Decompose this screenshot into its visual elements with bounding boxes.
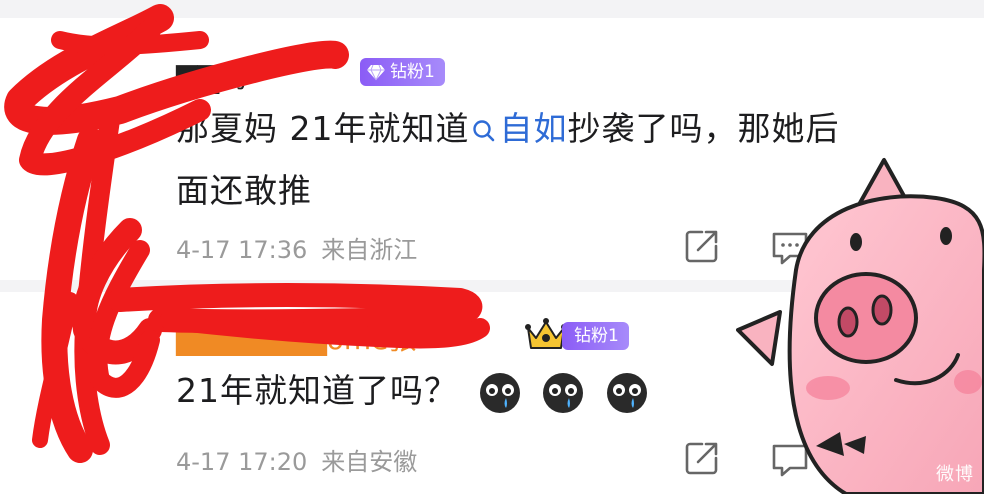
comment-text-part: 面还敢推	[176, 171, 312, 210]
comment-meta: 4-17 17:20 来自安徽	[176, 442, 417, 477]
magnifier-icon	[473, 119, 495, 141]
fan-badge: 钻粉1	[360, 58, 445, 86]
comment-location: 来自安徽	[321, 448, 418, 476]
comment-meta: 4-17 17:36 来自浙江	[176, 230, 417, 265]
share-icon[interactable]	[682, 438, 722, 478]
comment-date: 4-17 17:36	[176, 236, 308, 264]
comment-text-part: 抄袭了吗，那她后	[567, 109, 840, 148]
diamond-icon	[367, 64, 385, 81]
crying-face-emoji	[479, 372, 520, 413]
crying-face-emoji	[543, 372, 583, 413]
comment-text-part: 那夏妈 21年就知道	[176, 109, 470, 148]
fan-badge: 钻粉1	[562, 322, 629, 350]
crying-face-emoji	[606, 372, 647, 413]
badge-label: 钻粉1	[390, 62, 435, 82]
badge-label: 钻粉1	[574, 326, 619, 346]
comment-date: 4-17 17:20	[176, 448, 308, 476]
comment-username[interactable]: ▇▇妈	[176, 56, 247, 96]
share-icon[interactable]	[682, 226, 722, 266]
comment-username[interactable]: ▇▇▇▇▇▇▇ome张	[176, 318, 416, 358]
comment-location: 来自浙江	[321, 236, 418, 264]
watermark: 微博	[936, 464, 974, 485]
pig-sticker	[736, 158, 984, 494]
topic-link[interactable]: 自如	[499, 109, 567, 148]
comment-text-part: 21年就知道了吗？	[176, 371, 458, 410]
comment-text: 21年就知道了吗？	[176, 360, 696, 422]
